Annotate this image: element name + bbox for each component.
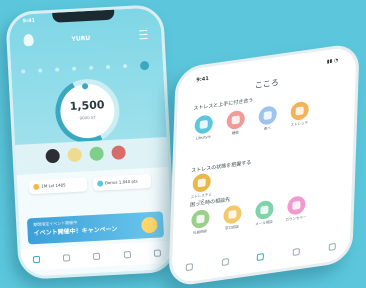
- home-tab-icon[interactable]: [186, 262, 194, 271]
- steps-tab-icon[interactable]: [93, 252, 101, 260]
- day-dot: [38, 68, 43, 73]
- day-dot: [105, 64, 111, 70]
- mind-tab-icon[interactable]: [257, 252, 265, 261]
- tile-label: 睡眠: [231, 130, 239, 136]
- page-title: こころ: [254, 77, 279, 91]
- shop-tab-icon[interactable]: [292, 247, 301, 256]
- home-tab-icon[interactable]: [32, 255, 40, 263]
- tile-label: 窓口相談: [224, 224, 240, 231]
- mail-icon: [255, 199, 274, 221]
- settings-tab-icon[interactable]: [153, 248, 162, 257]
- event-banner[interactable]: 期間限定イベント開催中 イベント開催中！キャンペーン: [26, 211, 165, 245]
- mail-consult-tile[interactable]: メール相談: [253, 199, 276, 227]
- right-phone: 9:41 ▮▮ ◔ こころ ストレスと上手に付き合う Lifestyle 睡眠 …: [168, 42, 360, 288]
- home-screen: 9:41 YURU 1,500 9000 ST 1M Lvl 1485 Bonu…: [8, 7, 174, 277]
- stretch-tile[interactable]: ストレッチ: [288, 100, 311, 128]
- bonus-card[interactable]: Bonus 1,840 pts: [92, 173, 152, 191]
- day-dot: [21, 69, 26, 74]
- status-icons: ▮▮ ◔: [326, 57, 339, 66]
- level-card[interactable]: 1M Lvl 1485: [28, 177, 88, 195]
- sleep-icon: [226, 109, 246, 131]
- tile-label: 食べ: [263, 126, 271, 132]
- desk-consult-icon: [223, 204, 242, 225]
- desk-consult-tile[interactable]: 窓口相談: [221, 204, 244, 232]
- banner-illustration: [141, 216, 158, 234]
- bottom-tab-bar: [20, 240, 174, 271]
- kokoro-screen: 9:41 ▮▮ ◔ こころ ストレスと上手に付き合う Lifestyle 睡眠 …: [171, 45, 357, 285]
- stress-check-icon: [192, 172, 212, 194]
- tile-label: カウンセラー: [285, 215, 307, 223]
- settings-tab-icon[interactable]: [328, 242, 336, 251]
- day-dot: [72, 66, 77, 71]
- mascot-icon: [23, 33, 34, 47]
- tile-label: Lifestyle: [195, 134, 211, 141]
- food-icon: [258, 105, 278, 126]
- tile-label: ストレッチ: [290, 120, 309, 128]
- staff-consult-icon: [191, 208, 210, 230]
- sleep-tile[interactable]: 睡眠: [224, 109, 247, 137]
- shop-tab-icon[interactable]: [123, 250, 131, 258]
- menu-icon[interactable]: [139, 29, 148, 40]
- tile-label: メール相談: [255, 219, 273, 227]
- status-time: 9:41: [196, 75, 209, 84]
- record-tab-icon[interactable]: [62, 253, 71, 262]
- left-phone: 9:41 YURU 1,500 9000 ST 1M Lvl 1485 Bonu…: [5, 4, 177, 280]
- day-dot: [55, 67, 60, 72]
- section-stress-check: ストレスの状態を把握する: [191, 159, 252, 175]
- day-dot: [122, 64, 128, 69]
- lifestyle-tile[interactable]: Lifestyle: [192, 114, 215, 142]
- stretch-icon: [290, 100, 309, 122]
- counselor-icon: [287, 195, 306, 216]
- lifestyle-icon: [194, 114, 214, 135]
- food-tile[interactable]: 食べ: [256, 105, 279, 133]
- bottom-tab-bar: [172, 235, 351, 278]
- app-logo: YURU: [71, 34, 91, 43]
- record-tab-icon[interactable]: [221, 257, 229, 266]
- counselor-tile[interactable]: カウンセラー: [285, 195, 308, 223]
- status-time: 9:41: [22, 17, 36, 25]
- tile-label: 社員相談: [192, 229, 208, 236]
- day-dot-today[interactable]: [139, 60, 150, 70]
- day-dot: [89, 65, 94, 70]
- staff-consult-tile[interactable]: 社員相談: [189, 208, 212, 236]
